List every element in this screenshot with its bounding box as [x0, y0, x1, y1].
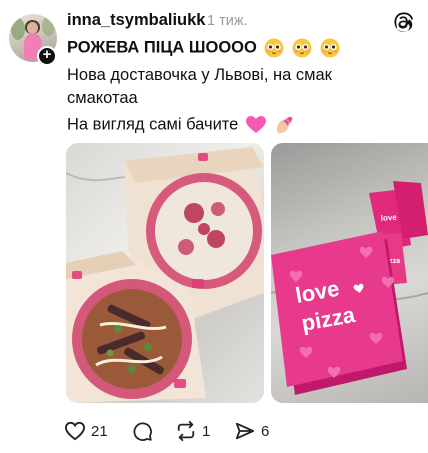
- flushed-face-emoji-icon: [264, 38, 284, 58]
- like-count: 21: [91, 422, 108, 440]
- comment-icon: [133, 422, 152, 441]
- pizza-photo-art: [66, 147, 264, 403]
- svg-text:love: love: [380, 213, 397, 223]
- flushed-face-emoji-icon: [320, 38, 340, 58]
- nail-polish-emoji-icon: [276, 116, 292, 134]
- repost-icon: [177, 421, 195, 441]
- pink-heart-emoji-icon: [245, 116, 266, 133]
- post-text-line-3: смакотаа: [67, 89, 138, 107]
- threads-logo-icon: [394, 12, 414, 32]
- post-card: + inna_tsymbaliukk 1 тиж. РОЖЕВА ПІЦА ШО…: [0, 0, 428, 453]
- post-text-line-2: Нова доставочка у Львові, на смак: [67, 66, 332, 84]
- pizza-photo[interactable]: [66, 143, 264, 403]
- like-button[interactable]: 21: [64, 418, 108, 444]
- repost-button[interactable]: 1: [175, 418, 210, 444]
- heart-icon: [64, 421, 86, 441]
- username[interactable]: inna_tsymbaliukk: [67, 11, 205, 30]
- comment-button[interactable]: [132, 418, 158, 444]
- share-count: 6: [261, 422, 270, 440]
- share-button[interactable]: 6: [234, 418, 269, 444]
- post-text-line-4: На вигляд самі бачите: [67, 115, 294, 135]
- love-pizza-box-art: love pizza love pizza: [271, 181, 428, 395]
- love-pizza-box-photo[interactable]: love pizza love pizza: [271, 143, 428, 403]
- follow-plus-icon[interactable]: +: [37, 46, 57, 66]
- post-text-line-1: РОЖЕВА ПІЦА ШОООО: [67, 38, 340, 58]
- repost-count: 1: [202, 422, 211, 440]
- flushed-face-emoji-icon: [292, 38, 312, 58]
- post-time: 1 тиж.: [207, 13, 248, 29]
- send-icon: [235, 422, 255, 440]
